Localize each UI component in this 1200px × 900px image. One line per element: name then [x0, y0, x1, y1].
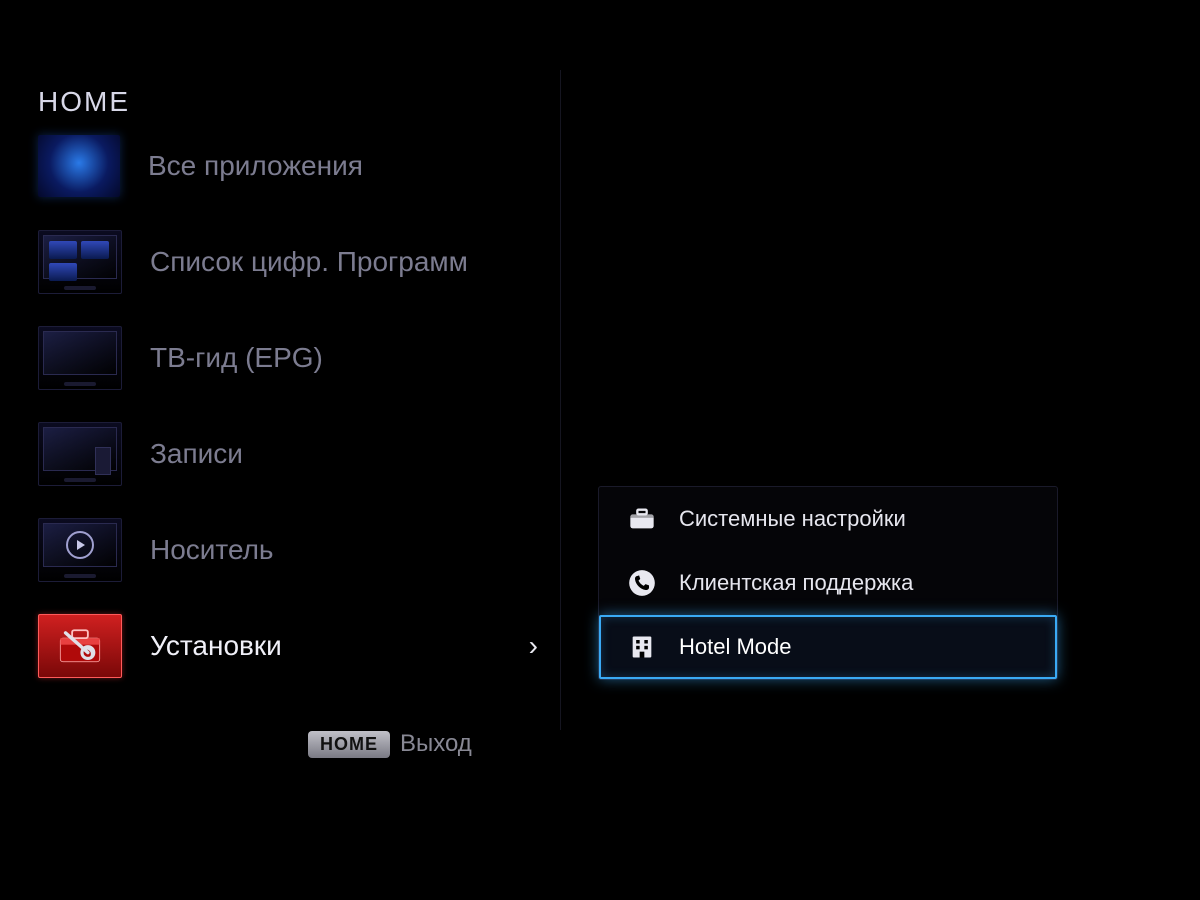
main-item-label: Носитель — [150, 534, 558, 566]
sub-item-system-settings[interactable]: Системные настройки — [599, 487, 1057, 551]
settings-submenu-panel: Системные настройки Клиентская поддержка… — [598, 486, 1058, 680]
main-item-label: Записи — [150, 438, 558, 470]
menu-title: HOME — [38, 86, 130, 118]
sub-item-label: Hotel Mode — [679, 634, 792, 660]
main-item-label: ТВ-гид (EPG) — [150, 342, 558, 374]
sub-item-label: Клиентская поддержка — [679, 570, 913, 596]
recordings-icon — [38, 422, 122, 486]
main-item-epg[interactable]: ТВ-гид (EPG) — [38, 310, 558, 406]
epg-icon — [38, 326, 122, 390]
globe-icon — [38, 135, 120, 197]
toolbox-icon — [625, 502, 659, 536]
vertical-separator — [560, 70, 561, 730]
main-item-recordings[interactable]: Записи — [38, 406, 558, 502]
main-item-label: Установки — [150, 630, 529, 662]
toolbox-icon — [38, 614, 122, 678]
main-item-media[interactable]: Носитель — [38, 502, 558, 598]
home-key-badge: HOME — [308, 731, 390, 758]
main-item-channel-list[interactable]: Список цифр. Программ — [38, 214, 558, 310]
sub-item-customer-support[interactable]: Клиентская поддержка — [599, 551, 1057, 615]
footer-hint: HOME Выход — [308, 730, 472, 758]
sub-item-hotel-mode[interactable]: Hotel Mode — [599, 615, 1057, 679]
exit-label: Выход — [400, 730, 472, 758]
main-item-settings[interactable]: Установки › — [38, 598, 558, 694]
building-icon — [625, 630, 659, 664]
main-item-label: Все приложения — [148, 150, 558, 182]
main-menu-list: Все приложения Список цифр. Программ ТВ-… — [38, 118, 558, 694]
media-icon — [38, 518, 122, 582]
chevron-right-icon: › — [529, 630, 538, 662]
main-item-label: Список цифр. Программ — [150, 246, 558, 278]
sub-item-label: Системные настройки — [679, 506, 906, 532]
phone-icon — [625, 566, 659, 600]
main-item-all-apps[interactable]: Все приложения — [38, 118, 558, 214]
channel-list-icon — [38, 230, 122, 294]
